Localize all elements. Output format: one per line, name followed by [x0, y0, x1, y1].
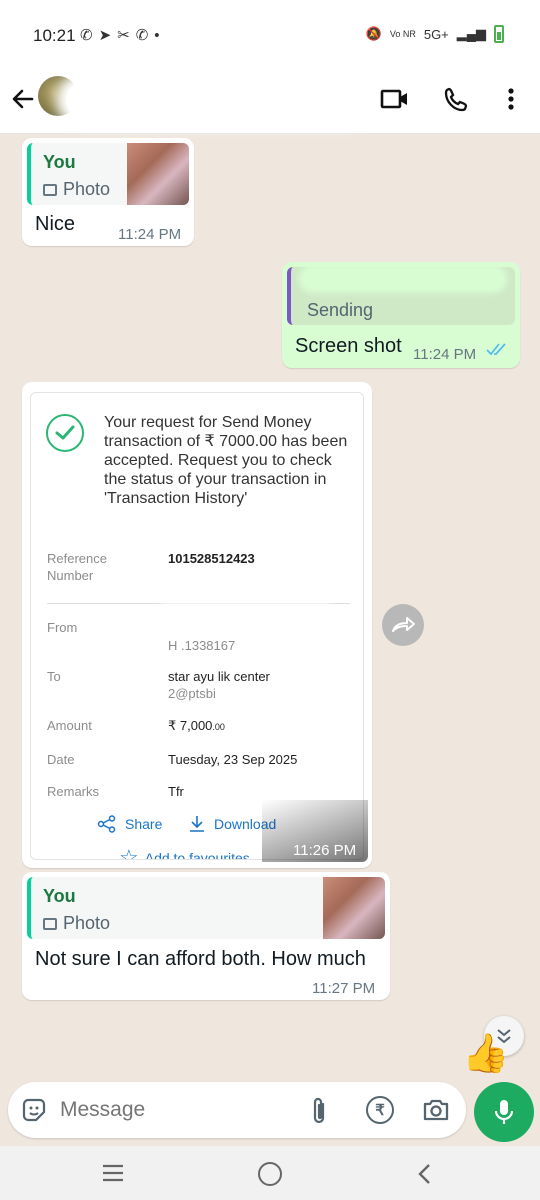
quoted-message[interactable]: You Photo: [27, 877, 385, 939]
message-time: 11:24 PM: [413, 346, 477, 363]
remarks-value: Tfr: [168, 784, 184, 799]
forward-icon: [392, 617, 415, 632]
message-time: 11:26 PM: [293, 842, 357, 859]
message-composer[interactable]: ₹: [8, 1082, 466, 1138]
message-bubble-incoming[interactable]: You Photo Not sure I can afford both. Ho…: [22, 872, 390, 1000]
photo-icon: [43, 183, 57, 196]
quote-author: You: [43, 152, 76, 172]
from-label: From: [47, 620, 78, 635]
recent-apps-icon[interactable]: [101, 1164, 125, 1187]
redacted-contact-name[interactable]: [66, 82, 366, 118]
star-icon: ☆: [119, 845, 139, 860]
redacted-quote-author: [303, 269, 503, 289]
quote-thumbnail: [323, 877, 385, 939]
message-time: 11:24 PM: [118, 226, 182, 243]
to-value: star ayu lik center: [168, 669, 270, 684]
share-icon: [97, 815, 116, 833]
back-arrow-icon[interactable]: [8, 84, 38, 114]
image-message-bubble[interactable]: Your request for Send Money transaction …: [22, 382, 372, 868]
video-call-icon[interactable]: [378, 82, 412, 116]
quote-thumbnail: [127, 143, 189, 205]
voice-record-button[interactable]: [474, 1082, 534, 1142]
notification-icons: ✆➤✂✆•: [80, 27, 166, 44]
camera-icon[interactable]: [422, 1097, 450, 1128]
quote-status: Sending: [307, 300, 374, 320]
quoted-message[interactable]: You Photo: [27, 143, 189, 205]
amount-main: ₹ 7,000: [168, 718, 213, 733]
forward-button[interactable]: [382, 604, 424, 646]
signal-icon: ▂▄▆: [456, 26, 486, 41]
to-label: To: [47, 669, 61, 684]
message-text: Not sure I can afford both. How much: [35, 948, 366, 970]
message-bubble-outgoing[interactable]: Sending Screen shot 11:24 PM: [282, 262, 520, 368]
from-value: H .1338167: [168, 638, 236, 653]
message-text: Nice: [35, 213, 76, 235]
back-nav-icon[interactable]: [416, 1162, 432, 1191]
message-input[interactable]: [60, 1094, 280, 1126]
download-icon: [190, 816, 204, 832]
photo-icon: [43, 917, 57, 930]
clock: 10:21: [33, 26, 76, 45]
attach-icon[interactable]: [308, 1096, 330, 1131]
quote-type: Photo: [43, 179, 110, 200]
more-options-icon[interactable]: [494, 82, 528, 116]
amount-label: Amount: [47, 718, 92, 733]
double-tick-icon: [486, 342, 508, 361]
favourites-label: Add to favourites: [144, 850, 250, 860]
share-link[interactable]: Share: [97, 815, 162, 833]
thumbs-up-emoji: 👍: [462, 1033, 510, 1075]
battery-icon: [494, 25, 504, 43]
home-icon[interactable]: [258, 1162, 282, 1186]
reference-value: 101528512423: [168, 551, 255, 566]
system-indicators: 🔕 Vo NR 5G+ ▂▄▆: [366, 25, 504, 43]
microphone-icon: [494, 1100, 514, 1124]
status-bar: 10:21 ✆➤✂✆• 🔕 Vo NR 5G+ ▂▄▆: [0, 0, 540, 68]
share-label: Share: [125, 816, 163, 832]
receipt-image[interactable]: Your request for Send Money transaction …: [30, 392, 364, 860]
favourites-link[interactable]: ☆ Add to favourites: [119, 845, 250, 860]
amount-decimals: .00: [212, 722, 225, 732]
redacted-from-name: [166, 608, 326, 630]
date-value: Tuesday, 23 Sep 2025: [168, 752, 298, 767]
amount-value: ₹ 7,000.00: [168, 718, 225, 734]
reference-label: Reference Number: [47, 551, 107, 583]
quote-type: Photo: [43, 913, 110, 934]
payment-rupee-icon[interactable]: ₹: [366, 1096, 394, 1124]
message-text: Screen shot: [295, 335, 402, 357]
chat-header: [0, 68, 540, 134]
voice-call-icon[interactable]: [440, 82, 474, 116]
quote-author: You: [43, 886, 76, 906]
success-check-icon: [46, 414, 84, 452]
quote-type-label: Photo: [63, 913, 111, 933]
quoted-message[interactable]: Sending: [287, 267, 515, 325]
date-label: Date: [47, 752, 75, 767]
message-bubble-incoming[interactable]: You Photo Nice 11:24 PM: [22, 138, 194, 246]
system-navigation-bar: [0, 1146, 540, 1200]
divider: [47, 603, 350, 604]
sticker-icon[interactable]: [20, 1096, 48, 1129]
remarks-label: Remarks: [47, 784, 100, 799]
mute-icon: 🔕: [365, 26, 382, 41]
volte-label: Vo NR: [389, 29, 416, 39]
receipt-message: Your request for Send Money transaction …: [104, 414, 348, 507]
quote-type-label: Photo: [63, 179, 111, 199]
network-label: 5G+: [423, 26, 449, 42]
to-upi-value: 2@ptsbi: [168, 686, 216, 701]
message-time: 11:27 PM: [312, 980, 376, 997]
